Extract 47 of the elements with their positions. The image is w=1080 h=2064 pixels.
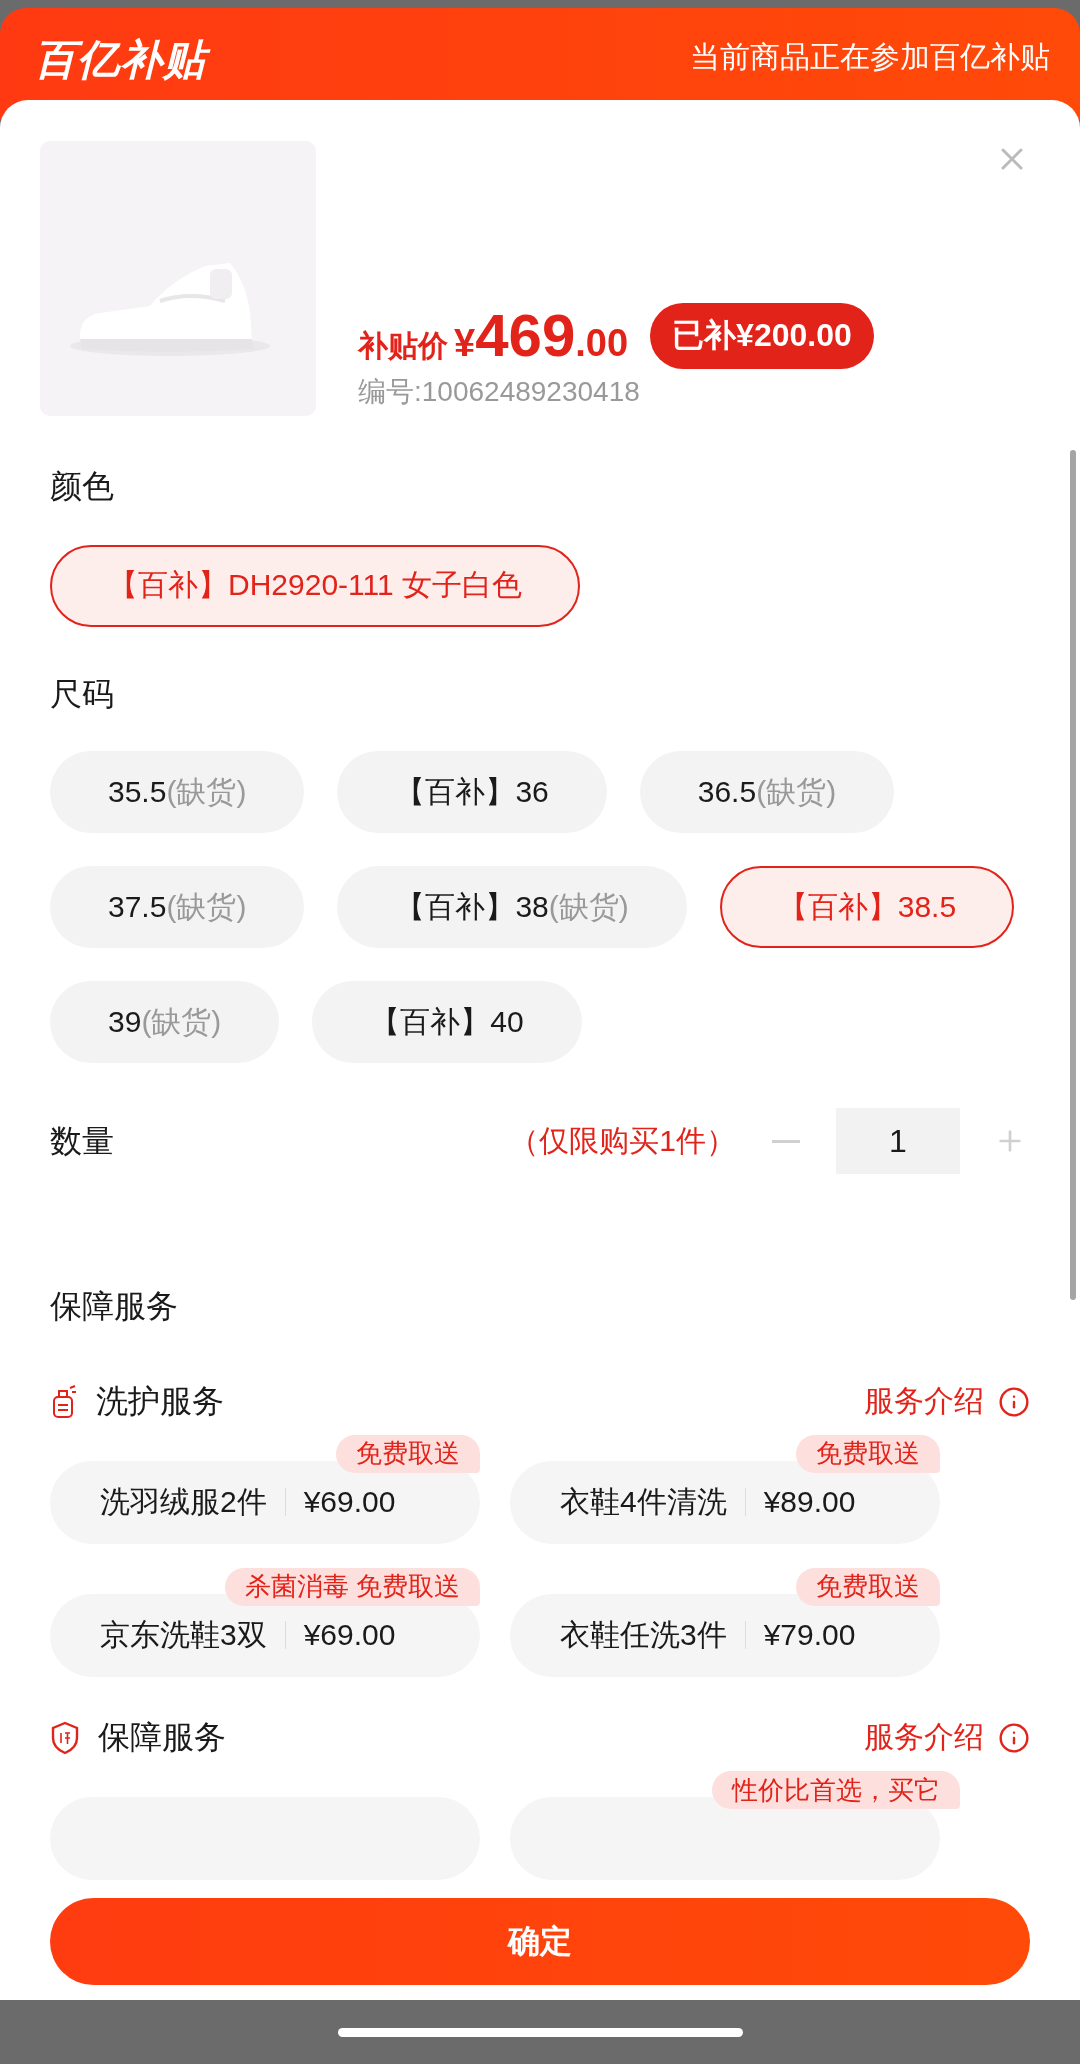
size-option[interactable]: 37.5(缺货): [50, 866, 305, 948]
service-intro-link[interactable]: 服务介绍: [864, 1717, 984, 1759]
info-icon[interactable]: [998, 1385, 1030, 1418]
service-name: 洗羽绒服2件: [100, 1483, 267, 1520]
size-option[interactable]: 35.5(缺货): [50, 751, 305, 833]
info-icon[interactable]: [998, 1721, 1030, 1754]
service-tag: 免费取送: [336, 1434, 480, 1473]
color-option[interactable]: 【百补】DH2920-111 女子白色: [50, 544, 580, 627]
scrollbar[interactable]: [1070, 450, 1076, 1300]
price-decimal: .00: [575, 322, 629, 365]
service-price: ¥69.00: [303, 1618, 396, 1653]
service-tag: 免费取送: [796, 1434, 940, 1473]
service-price: ¥69.00: [303, 1485, 396, 1520]
logo: 百亿补贴: [32, 32, 216, 88]
quantity-field[interactable]: 1: [836, 1108, 960, 1175]
size-option[interactable]: 【百补】38.5: [719, 866, 1015, 948]
home-indicator[interactable]: [337, 2027, 743, 2037]
size-option[interactable]: 【百补】38(缺货): [337, 866, 687, 948]
size-option[interactable]: 36.5(缺货): [639, 751, 895, 833]
price-integer: 469: [475, 301, 576, 370]
subsidy-badge: 已补¥200.00: [650, 302, 874, 369]
service-name: 京东洗鞋3双: [100, 1616, 267, 1653]
section-title: 保障服务: [50, 1286, 179, 1326]
sku-number: 编号:10062489230418: [358, 375, 641, 409]
service-tag: 性价比首选，买它: [712, 1771, 960, 1809]
currency-sign: ¥: [454, 322, 476, 365]
service-name: 衣鞋4件清洗: [560, 1483, 727, 1520]
limit-note: （仅限购买1件）: [509, 1122, 736, 1159]
promo-notice: 当前商品正在参加百亿补贴: [690, 39, 1050, 75]
service-price: ¥89.00: [763, 1485, 856, 1520]
section-title: 尺码: [50, 674, 115, 714]
service-tag: 杀菌消毒 免费取送: [224, 1567, 480, 1606]
section-title: 数量: [50, 1122, 114, 1162]
section-title: 颜色: [50, 467, 115, 507]
service-price: ¥79.00: [763, 1618, 856, 1653]
minus-icon: [772, 1139, 800, 1143]
service-group-title: 洗护服务: [96, 1381, 224, 1421]
spray-bottle-icon: [50, 1384, 78, 1419]
service-name: 衣鞋任洗3件: [560, 1616, 727, 1653]
service-tag: 免费取送: [796, 1567, 940, 1606]
size-option[interactable]: 【百补】40: [312, 981, 582, 1063]
size-option[interactable]: 【百补】36: [337, 751, 607, 833]
service-intro-link[interactable]: 服务介绍: [864, 1381, 984, 1423]
size-option[interactable]: 39(缺货): [50, 981, 280, 1063]
service-group-title: 保障服务: [98, 1717, 226, 1757]
shield-icon: [50, 1720, 80, 1755]
price-label: 补贴价: [358, 328, 448, 364]
